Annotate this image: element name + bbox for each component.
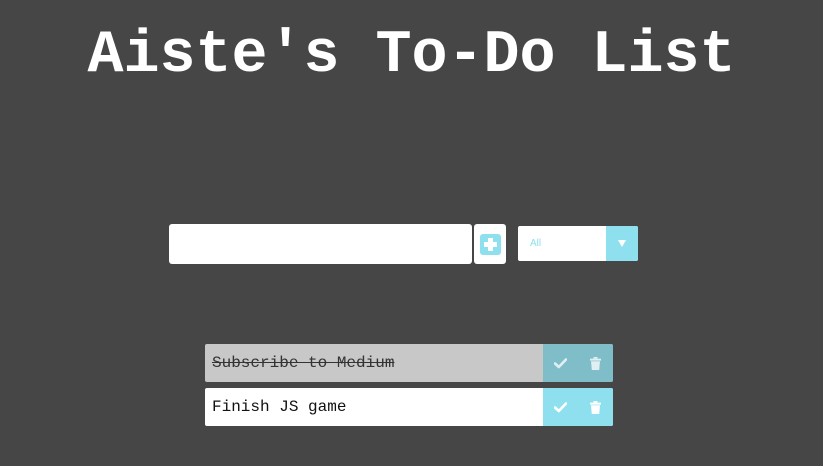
complete-button[interactable] [543,344,578,382]
todo-item-text: Subscribe to Medium [212,354,395,372]
todo-item-text: Finish JS game [212,398,347,416]
filter-select[interactable]: All [518,226,638,261]
plus-square-icon [479,233,501,255]
delete-button[interactable] [578,344,613,382]
caret-down-icon [618,240,626,247]
check-icon [554,357,567,368]
todo-item-completed: Subscribe to Medium [205,344,613,382]
delete-button[interactable] [578,388,613,426]
filter-selected-value: All [530,238,542,249]
trash-icon [590,400,601,414]
trash-icon [590,356,601,370]
check-icon [554,401,567,412]
add-todo-button[interactable] [474,224,506,264]
todo-input[interactable] [169,224,472,264]
complete-button[interactable] [543,388,578,426]
todo-item: Finish JS game [205,388,613,426]
filter-dropdown-button[interactable] [606,226,638,261]
page-title: Aiste's To-Do List [87,22,736,90]
